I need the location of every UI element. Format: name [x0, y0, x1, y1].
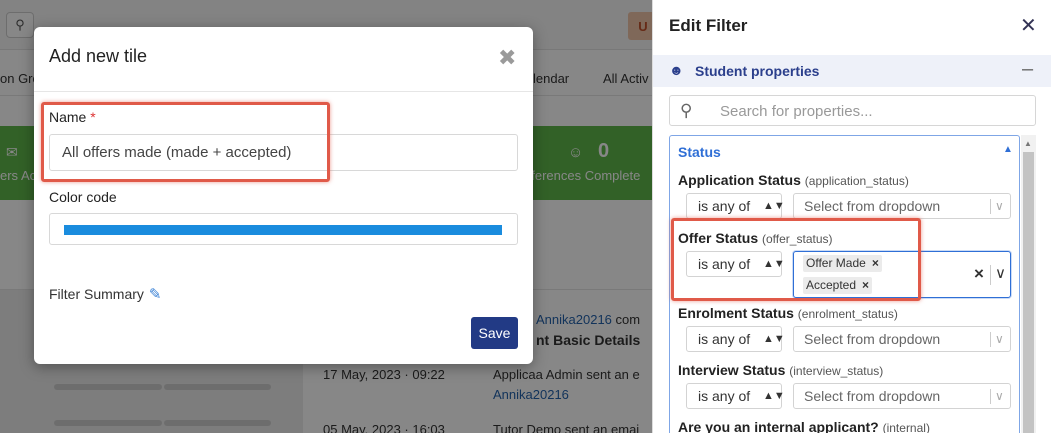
chevron-down-icon: ∨	[995, 199, 1004, 213]
color-code-label: Color code	[49, 189, 117, 205]
collapse-icon[interactable]: –	[1022, 58, 1033, 81]
remove-tag-icon[interactable]: ×	[862, 278, 869, 292]
close-icon[interactable]: ✕	[1020, 16, 1037, 36]
chevron-down-icon[interactable]: ∨	[995, 264, 1006, 282]
property-interview-status: Interview Status (interview_status) is a…	[678, 362, 1016, 412]
section-title: Student properties	[695, 63, 820, 79]
filter-summary-label: Filter Summary	[49, 286, 144, 302]
name-label: Name *	[49, 109, 96, 125]
divider	[34, 91, 533, 92]
property-enrolment-status: Enrolment Status (enrolment_status) is a…	[678, 305, 1016, 355]
property-application-status: Application Status (application_status) …	[678, 172, 1016, 222]
value-dropdown[interactable]: Select from dropdown ∨	[793, 326, 1011, 352]
edit-filter-panel: Edit Filter ✕ ☻ Student properties – ⚲ S…	[652, 0, 1051, 433]
save-button[interactable]: Save	[471, 317, 518, 349]
status-group-title[interactable]: Status	[678, 144, 721, 160]
pencil-icon[interactable]: ✎	[149, 285, 162, 303]
property-label: Application Status (application_status)	[678, 172, 909, 188]
operator-select[interactable]: is any of ▲▼	[686, 383, 785, 409]
status-group: Status ▲ Application Status (application…	[669, 135, 1020, 433]
color-picker[interactable]	[49, 213, 518, 245]
sort-icon: ▲▼	[763, 390, 785, 402]
value-dropdown[interactable]: Select from dropdown ∨	[793, 383, 1011, 409]
scroll-up-icon[interactable]: ▲	[1024, 139, 1032, 148]
property-label: Offer Status (offer_status)	[678, 230, 833, 246]
sort-icon: ▲▼	[763, 200, 785, 212]
offer-status-multiselect[interactable]: Offer Made × Accepted × × ∨	[793, 251, 1011, 298]
property-label: Enrolment Status (enrolment_status)	[678, 305, 898, 321]
property-search: ⚲	[669, 95, 1036, 126]
selected-tag: Accepted ×	[803, 277, 873, 294]
selected-tag: Offer Made ×	[803, 255, 882, 272]
color-swatch	[64, 225, 502, 235]
value-dropdown[interactable]: Select from dropdown ∨	[793, 193, 1011, 219]
add-tile-modal: Add new tile ✖ Name * Color code Filter …	[34, 27, 533, 364]
name-input[interactable]	[49, 134, 518, 171]
property-internal: Are you an internal applicant? (internal…	[678, 419, 1016, 433]
search-icon: ⚲	[680, 101, 693, 120]
clear-icon[interactable]: ×	[974, 264, 984, 284]
property-label: Are you an internal applicant? (internal…	[678, 419, 930, 433]
modal-title: Add new tile	[49, 46, 148, 66]
operator-select[interactable]: is any of ▲▼	[686, 193, 785, 219]
required-mark: *	[90, 109, 96, 125]
chevron-down-icon: ∨	[995, 332, 1004, 346]
remove-tag-icon[interactable]: ×	[872, 256, 879, 270]
property-offer-status: Offer Status (offer_status) is any of ▲▼ …	[678, 230, 1016, 302]
caret-up-icon[interactable]: ▲	[1003, 144, 1013, 155]
sort-icon: ▲▼	[763, 333, 785, 345]
filter-summary: Filter Summary ✎	[49, 285, 161, 303]
scrollbar[interactable]: ▲	[1021, 135, 1036, 433]
operator-select[interactable]: is any of ▲▼	[686, 251, 785, 277]
student-properties-header[interactable]: ☻ Student properties –	[653, 55, 1051, 87]
sort-icon: ▲▼	[763, 258, 785, 270]
panel-title: Edit Filter	[669, 16, 748, 35]
search-input[interactable]	[720, 99, 1020, 123]
close-icon[interactable]: ✖	[498, 47, 516, 69]
scroll-thumb[interactable]	[1023, 152, 1034, 433]
property-label: Interview Status (interview_status)	[678, 362, 884, 378]
users-icon: ☻	[669, 62, 684, 78]
chevron-down-icon: ∨	[995, 389, 1004, 403]
operator-select[interactable]: is any of ▲▼	[686, 326, 785, 352]
